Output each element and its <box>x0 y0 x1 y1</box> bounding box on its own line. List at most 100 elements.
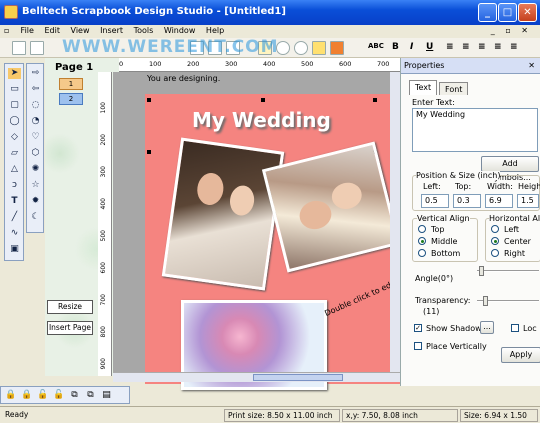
star-icon[interactable]: ☆ <box>29 180 42 191</box>
new-icon[interactable] <box>12 41 26 55</box>
height-field[interactable]: 1.5 <box>517 194 539 208</box>
minimize-button[interactable]: _ <box>478 3 497 22</box>
justify-icon[interactable]: ≡ <box>494 42 502 52</box>
valign-bottom-radio[interactable] <box>418 249 426 257</box>
layer-tools: 🔒 🔒 🔓 🔓 ⧉ ⧉ ▤ <box>0 386 130 404</box>
scrapbook-page[interactable]: My Wedding Double click to edit text <box>145 94 414 390</box>
triangle-icon[interactable]: △ <box>8 164 21 175</box>
moon-icon[interactable]: ☾ <box>29 212 42 223</box>
menu-help[interactable]: Help <box>202 25 228 36</box>
grid-icon[interactable] <box>312 41 326 55</box>
horizontal-scrollbar[interactable] <box>113 372 400 382</box>
unlock-icon[interactable]: 🔓 <box>53 390 64 401</box>
halign-right-radio[interactable] <box>491 249 499 257</box>
callout-icon[interactable]: ◌ <box>29 100 42 111</box>
lock-icon[interactable]: 🔒 <box>21 390 32 401</box>
place-vertically-checkbox[interactable] <box>414 342 422 350</box>
halign-center-radio[interactable] <box>491 237 499 245</box>
maximize-button[interactable]: □ <box>498 3 517 22</box>
left-arrow-icon[interactable]: ⇦ <box>29 84 42 95</box>
apply-button[interactable]: Apply <box>501 347 540 363</box>
design-canvas[interactable]: You are designing. My Wedding Double cli… <box>113 72 414 390</box>
menu-insert[interactable]: Insert <box>96 25 127 36</box>
valign-middle-radio[interactable] <box>418 237 426 245</box>
text-input[interactable]: My Wedding <box>412 108 538 152</box>
top-field[interactable]: 0.3 <box>453 194 481 208</box>
spell-check-button[interactable]: ABC <box>368 42 384 50</box>
ungroup-icon[interactable]: ⧉ <box>85 390 96 401</box>
ruler-tick: 600 <box>100 262 107 274</box>
angle-slider-knob[interactable] <box>479 266 484 276</box>
close-button[interactable]: ✕ <box>518 3 537 22</box>
italic-button[interactable]: I <box>410 42 413 52</box>
angle-slider[interactable] <box>477 270 539 272</box>
freehand-icon[interactable]: ↄ <box>8 180 21 191</box>
open-icon[interactable] <box>30 41 44 55</box>
zoom-out-icon[interactable] <box>294 41 308 55</box>
selection-handle[interactable] <box>373 98 377 102</box>
page-thumb-2[interactable]: 2 <box>59 93 83 105</box>
unlock-icon[interactable]: 🔓 <box>37 390 48 401</box>
paint-icon[interactable] <box>330 41 344 55</box>
align-right-icon[interactable]: ≡ <box>478 42 486 52</box>
bubble-icon[interactable]: ◔ <box>29 116 42 127</box>
ruler-tick: 800 <box>100 326 107 338</box>
underline-button[interactable]: U <box>426 42 433 52</box>
selection-handle[interactable] <box>147 150 151 154</box>
halign-left-radio[interactable] <box>491 225 499 233</box>
selection-handle[interactable] <box>261 98 265 102</box>
page-thumb-1[interactable]: 1 <box>59 78 83 90</box>
menu-tools[interactable]: Tools <box>130 25 158 36</box>
menu-edit[interactable]: Edit <box>40 25 64 36</box>
rectangle-icon[interactable]: ▭ <box>8 84 21 95</box>
bold-button[interactable]: B <box>392 42 399 52</box>
show-shadow-checkbox[interactable]: ✓ <box>414 324 422 332</box>
heart-icon[interactable]: ♡ <box>29 132 42 143</box>
arrow-shape-icon[interactable]: ⇨ <box>29 68 42 79</box>
tab-font[interactable]: Font <box>439 82 469 95</box>
line-icon[interactable]: ╱ <box>8 212 21 223</box>
halign-center-label: Center <box>504 237 531 246</box>
insert-page-button[interactable]: Insert Page <box>47 321 93 335</box>
text-icon[interactable]: T <box>8 196 21 207</box>
close-icon[interactable]: ✕ <box>528 58 535 74</box>
width-field[interactable]: 6.9 <box>485 194 513 208</box>
menu-view[interactable]: View <box>67 25 94 36</box>
menu-window[interactable]: Window <box>160 25 200 36</box>
group-icon[interactable]: ⧉ <box>69 390 80 401</box>
scroll-thumb[interactable] <box>253 374 343 381</box>
lock-icon[interactable]: 🔒 <box>5 390 16 401</box>
status-note: You are designing. <box>147 74 221 83</box>
gear-icon[interactable]: ✺ <box>29 164 42 175</box>
transparency-slider-knob[interactable] <box>483 296 488 306</box>
left-field[interactable]: 0.5 <box>421 194 449 208</box>
selection-handle[interactable] <box>147 98 151 102</box>
halign-left-label: Left <box>504 225 520 234</box>
arrow-icon[interactable]: ➤ <box>8 68 21 79</box>
align-center-icon[interactable]: ≡ <box>462 42 470 52</box>
status-ready: Ready <box>2 409 222 422</box>
lock-checkbox[interactable] <box>511 324 519 332</box>
align-left-icon[interactable]: ≡ <box>446 42 454 52</box>
ellipse-icon[interactable]: ◯ <box>8 116 21 127</box>
rounded-rect-icon[interactable]: ▢ <box>8 100 21 111</box>
hexagon-icon[interactable]: ⬡ <box>29 148 42 159</box>
menu-file[interactable]: File <box>17 25 38 36</box>
mdi-controls[interactable]: _ ▫ ✕ <box>487 25 536 36</box>
tab-text[interactable]: Text <box>409 80 438 95</box>
add-symbols-button[interactable]: Add Symbols... <box>481 156 539 182</box>
curve-icon[interactable]: ∿ <box>8 228 21 239</box>
sun-icon[interactable]: ✹ <box>29 196 42 207</box>
image-icon[interactable]: ▣ <box>8 244 21 255</box>
couple-photo-1[interactable] <box>161 137 285 291</box>
resize-button[interactable]: Resize <box>47 300 93 314</box>
bring-front-icon[interactable]: ▤ <box>101 390 112 401</box>
list-icon[interactable]: ≡ <box>510 42 518 52</box>
vertical-scrollbar[interactable] <box>390 72 400 372</box>
groom-face <box>195 171 226 207</box>
shadow-options-button[interactable]: ... <box>480 321 494 334</box>
wedding-title-text[interactable]: My Wedding <box>192 108 331 132</box>
parallelogram-icon[interactable]: ▱ <box>8 148 21 159</box>
diamond-icon[interactable]: ◇ <box>8 132 21 143</box>
valign-top-radio[interactable] <box>418 225 426 233</box>
